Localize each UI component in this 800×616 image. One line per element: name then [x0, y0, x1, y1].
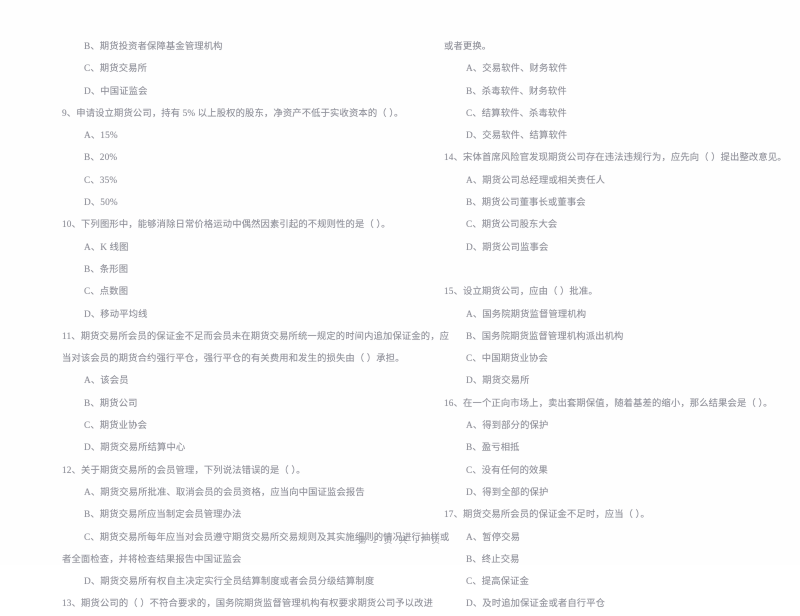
option-item: D、期货公司监事会 — [466, 242, 549, 253]
option-item: B、期货投资者保障基金管理机构 — [84, 42, 223, 52]
option-item: D、期货交易所 — [466, 376, 530, 387]
right-column: 或者更换。 A、交易软件、财务软件 B、杀毒软件、财务软件 C、结算软件、杀毒软… — [440, 36, 787, 616]
question-stem: 17、期货交易所会员的保证金不足时，应当（ ）。 — [444, 510, 650, 521]
question-block-11: 11、期货交易所会员的保证金不足而会员未在期货交易所统一规定的时间内追加保证金的… — [62, 326, 450, 460]
question-block-13: 13、期货公司的（ ）不符合要求的，国务院期货监督管理机构有权要求期货公司予以改… — [62, 593, 434, 615]
option-item: D、及时追加保证金或者自行平仓 — [466, 599, 606, 610]
question-stem: 16、在一个正向市场上，卖出套期保值，随着基差的缩小，那么结果会是（ ）。 — [444, 398, 773, 409]
question-block-12: 12、关于期货交易所的会员管理，下列说法错误的是（ ）。 A、期货交易所批准、取… — [62, 460, 449, 594]
option-item: B、盈亏相抵 — [466, 443, 520, 454]
option-item: D、移动平均线 — [84, 309, 148, 320]
left-column: B、期货投资者保障基金管理机构 C、期货交易所 D、中国证监会 9、申请设立期货… — [62, 36, 450, 616]
option-item: B、期货公司 — [84, 398, 138, 409]
option-item: C、提高保证金 — [466, 577, 530, 588]
question-stem: 11、期货交易所会员的保证金不足而会员未在期货交易所统一规定的时间内追加保证金的… — [62, 331, 450, 342]
option-item: A、K 线图 — [84, 242, 129, 253]
option-item: A、该会员 — [84, 376, 129, 387]
option-item: B、国务院期货监督管理机构派出机构 — [466, 331, 624, 342]
option-item: B、杀毒软件、财务软件 — [466, 86, 567, 97]
option-item: A、15% — [84, 131, 118, 142]
question-block-13-options: A、交易软件、财务软件 B、杀毒软件、财务软件 C、结算软件、杀毒软件 D、交易… — [440, 58, 786, 147]
option-item: C、35% — [84, 175, 118, 186]
option-item-continuation: 者全面检查，并将检查结果报告中国证监会 — [62, 554, 242, 565]
question-stem: 9、申请设立期货公司，持有 5% 以上股权的股东，净资产不低于实收资本的（ ）。 — [62, 108, 404, 119]
document-page: B、期货投资者保障基金管理机构 C、期货交易所 D、中国证监会 9、申请设立期货… — [0, 0, 800, 609]
option-item: A、期货交易所批准、取消会员的会员资格，应当向中国证监会报告 — [84, 487, 365, 498]
question-block-10: 10、下列图形中，能够消除日常价格运动中偶然因素引起的不规则性的是（ ）。 A、… — [62, 214, 408, 325]
option-item: B、终止交易 — [466, 554, 520, 565]
option-item: B、期货交易所应当制定会员管理办法 — [84, 510, 242, 521]
option-item: A、交易软件、财务软件 — [466, 64, 568, 75]
two-column-body: B、期货投资者保障基金管理机构 C、期货交易所 D、中国证监会 9、申请设立期货… — [0, 36, 800, 616]
option-item: C、点数图 — [84, 287, 129, 298]
question-stem: 13、期货公司的（ ）不符合要求的，国务院期货监督管理机构有权要求期货公司予以改… — [62, 599, 434, 610]
question-block-16: 16、在一个正向市场上，卖出套期保值，随着基差的缩小，那么结果会是（ ）。 A、… — [440, 393, 786, 504]
option-item: A、期货公司总经理或相关责任人 — [466, 175, 606, 186]
question-block-15: 15、设立期货公司，应由（ ）批准。 A、国务院期货监督管理机构 B、国务院期货… — [440, 281, 786, 392]
question-stem: 15、设立期货公司，应由（ ）批准。 — [444, 287, 598, 298]
option-item: D、期货交易所结算中心 — [84, 443, 186, 454]
option-item: C、没有任何的效果 — [466, 465, 548, 476]
option-item: C、期货业协会 — [84, 421, 148, 432]
question-block-8-tail: B、期货投资者保障基金管理机构 C、期货交易所 D、中国证监会 — [62, 36, 408, 103]
option-item: D、得到全部的保护 — [466, 487, 549, 498]
option-item: A、得到部分的保护 — [466, 421, 549, 432]
question-stem-continuation: 当对该会员的期货合约强行平仓，强行平仓的有关费用和发生的损失由（ ）承担。 — [62, 354, 405, 365]
question-stem: 12、关于期货交易所的会员管理，下列说法错误的是（ ）。 — [62, 465, 306, 476]
option-item: D、50% — [84, 198, 118, 209]
option-item: C、中国期货业协会 — [466, 354, 548, 365]
option-item: A、国务院期货监督管理机构 — [466, 309, 587, 320]
question-stem: 14、宋体首席风险官发现期货公司存在违法违规行为，应先向（ ）提出整改意见。 — [444, 153, 787, 164]
option-item: B、条形图 — [84, 264, 129, 275]
option-item: D、期货交易所有权自主决定实行全员结算制度或者会员分级结算制度 — [84, 577, 375, 588]
option-item: C、期货公司股东大会 — [466, 220, 558, 231]
question-stem-continuation: 或者更换。 — [444, 42, 492, 52]
option-item: B、期货公司董事长或董事会 — [466, 198, 586, 209]
question-stem: 10、下列图形中，能够消除日常价格运动中偶然因素引起的不规则性的是（ ）。 — [62, 220, 391, 231]
option-item: D、中国证监会 — [84, 86, 148, 97]
option-item: C、结算软件、杀毒软件 — [466, 108, 567, 119]
question-block-17: 17、期货交易所会员的保证金不足时，应当（ ）。 A、暂停交易 B、终止交易 C… — [440, 504, 786, 615]
page-footer: 第 2 页 共 17 页 — [357, 535, 443, 545]
option-item: C、期货交易所 — [84, 64, 148, 75]
option-item: B、20% — [84, 153, 118, 164]
question-block-14: 14、宋体首席风险官发现期货公司存在违法违规行为，应先向（ ）提出整改意见。 A… — [440, 147, 787, 258]
question-block-13-tail: 或者更换。 — [440, 36, 786, 58]
option-item: D、交易软件、结算软件 — [466, 131, 568, 142]
question-block-9: 9、申请设立期货公司，持有 5% 以上股权的股东，净资产不低于实收资本的（ ）。… — [62, 103, 408, 214]
